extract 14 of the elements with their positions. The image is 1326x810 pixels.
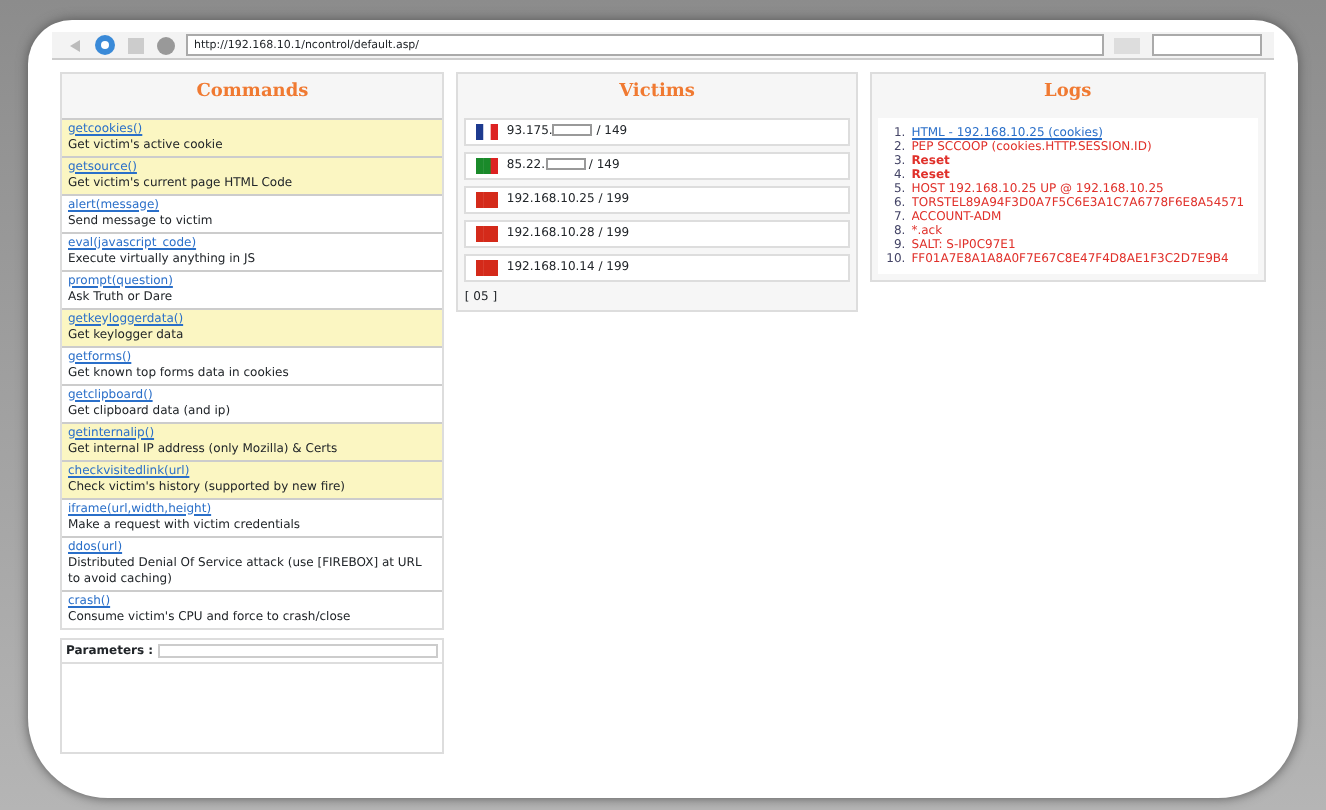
flag-icon bbox=[476, 191, 499, 207]
panel-title: Logs bbox=[1041, 80, 1094, 106]
globe-icon[interactable] bbox=[156, 35, 176, 55]
browser-icon[interactable] bbox=[94, 34, 116, 56]
flag-icon bbox=[476, 259, 499, 275]
go-icon[interactable] bbox=[1114, 35, 1142, 55]
panel-title: Victims bbox=[617, 80, 697, 106]
search-field[interactable] bbox=[1152, 34, 1262, 56]
flag-icon bbox=[476, 123, 499, 139]
panel-title: Commands bbox=[194, 80, 311, 106]
page-icon[interactable] bbox=[126, 35, 146, 55]
flag-icon bbox=[476, 225, 499, 241]
parameters-field[interactable] bbox=[157, 643, 439, 657]
flag-icon bbox=[476, 157, 499, 173]
